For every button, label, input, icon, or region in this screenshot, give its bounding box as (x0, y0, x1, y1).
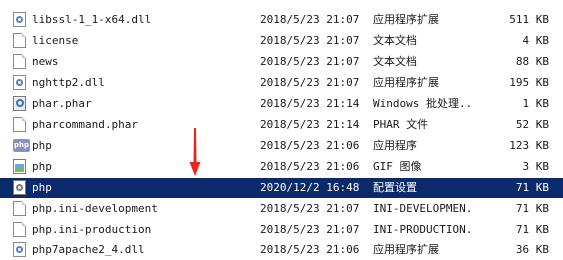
document-icon (13, 33, 26, 48)
document-icon (13, 54, 26, 69)
file-type: INI-DEVELOPMEN... (373, 202, 473, 215)
file-date: 2020/12/2 16:48 (260, 181, 360, 194)
file-date: 2018/5/23 21:07 (260, 223, 360, 236)
dll-icon (13, 75, 26, 90)
document-icon (13, 222, 26, 237)
file-row[interactable]: phar.phar 2018/5/23 21:14 Windows 批处理...… (0, 94, 563, 114)
file-size: 52 KB (515, 118, 549, 131)
file-type: 文本文档 (373, 34, 417, 47)
file-name: phar.phar (32, 97, 92, 110)
file-name: nghttp2.dll (32, 76, 105, 89)
file-size: 71 KB (515, 202, 549, 215)
file-date: 2018/5/23 21:07 (260, 55, 360, 68)
file-row[interactable]: php.ini-production 2018/5/23 21:07 INI-P… (0, 220, 563, 240)
file-name: pharcommand.phar (32, 118, 138, 131)
file-name: php7apache2_4.dll (32, 243, 145, 256)
document-icon (13, 117, 26, 132)
file-row[interactable]: php php 2018/5/23 21:06 应用程序 123 KB (0, 136, 563, 156)
phar-icon (13, 96, 26, 111)
file-date: 2018/5/23 21:07 (260, 34, 360, 47)
file-date: 2018/5/23 21:07 (260, 76, 360, 89)
file-date: 2018/5/23 21:14 (260, 118, 360, 131)
file-size: 4 KB (522, 34, 550, 47)
file-date: 2018/5/23 21:06 (260, 139, 360, 152)
dll-icon (13, 242, 26, 257)
file-size: 71 KB (515, 181, 549, 194)
file-size: 88 KB (515, 55, 549, 68)
annotation-arrow-icon (189, 128, 201, 176)
file-date: 2018/5/23 21:06 (260, 160, 360, 173)
file-name: php.ini-development (32, 202, 158, 215)
document-icon (13, 201, 26, 216)
file-row[interactable]: libssl-1_1-x64.dll 2018/5/23 21:07 应用程序扩… (0, 10, 563, 30)
file-row[interactable]: nghttp2.dll 2018/5/23 21:07 应用程序扩展 195 K… (0, 73, 563, 93)
file-type: Windows 批处理... (373, 97, 473, 110)
file-name: php.ini-production (32, 223, 152, 236)
file-type: 文本文档 (373, 55, 417, 68)
file-size: 3 KB (522, 160, 550, 173)
file-row[interactable]: php7apache2_4.dll 2018/5/23 21:06 应用程序扩展… (0, 240, 563, 260)
file-list: libssl-1_1-x64.dll 2018/5/23 21:07 应用程序扩… (0, 0, 563, 260)
config-icon (13, 180, 26, 195)
file-type: 应用程序 (373, 139, 417, 152)
file-date: 2018/5/23 21:07 (260, 13, 360, 26)
file-size: 71 KB (515, 223, 549, 236)
file-type: GIF 图像 (373, 160, 422, 173)
file-name: license (32, 34, 79, 47)
file-name: libssl-1_1-x64.dll (32, 13, 152, 26)
file-date: 2018/5/23 21:14 (260, 97, 360, 110)
file-type: 应用程序扩展 (373, 243, 439, 256)
file-row[interactable]: license 2018/5/23 21:07 文本文档 4 KB (0, 31, 563, 51)
file-size: 123 KB (509, 139, 549, 152)
image-icon (13, 159, 26, 174)
file-type: 应用程序扩展 (373, 76, 439, 89)
php-application-icon: php (13, 139, 30, 152)
file-name: news (32, 55, 59, 68)
file-type: 配置设置 (373, 181, 417, 194)
file-size: 195 KB (509, 76, 549, 89)
dll-icon (13, 12, 26, 27)
file-date: 2018/5/23 21:07 (260, 202, 360, 215)
file-name: php (32, 139, 52, 152)
file-name: php (32, 181, 52, 194)
file-type: INI-PRODUCTION... (373, 223, 473, 236)
file-row[interactable]: php 2018/5/23 21:06 GIF 图像 3 KB (0, 157, 563, 177)
file-type: 应用程序扩展 (373, 13, 439, 26)
file-type: PHAR 文件 (373, 118, 429, 131)
file-row[interactable]: php.ini-development 2018/5/23 21:07 INI-… (0, 199, 563, 219)
file-row[interactable]: news 2018/5/23 21:07 文本文档 88 KB (0, 52, 563, 72)
file-size: 1 KB (522, 97, 550, 110)
file-row-selected[interactable]: php 2020/12/2 16:48 配置设置 71 KB (0, 178, 563, 198)
file-size: 36 KB (515, 243, 549, 256)
file-row[interactable]: pharcommand.phar 2018/5/23 21:14 PHAR 文件… (0, 115, 563, 135)
file-size: 511 KB (509, 13, 549, 26)
file-name: php (32, 160, 52, 173)
file-date: 2018/5/23 21:06 (260, 243, 360, 256)
